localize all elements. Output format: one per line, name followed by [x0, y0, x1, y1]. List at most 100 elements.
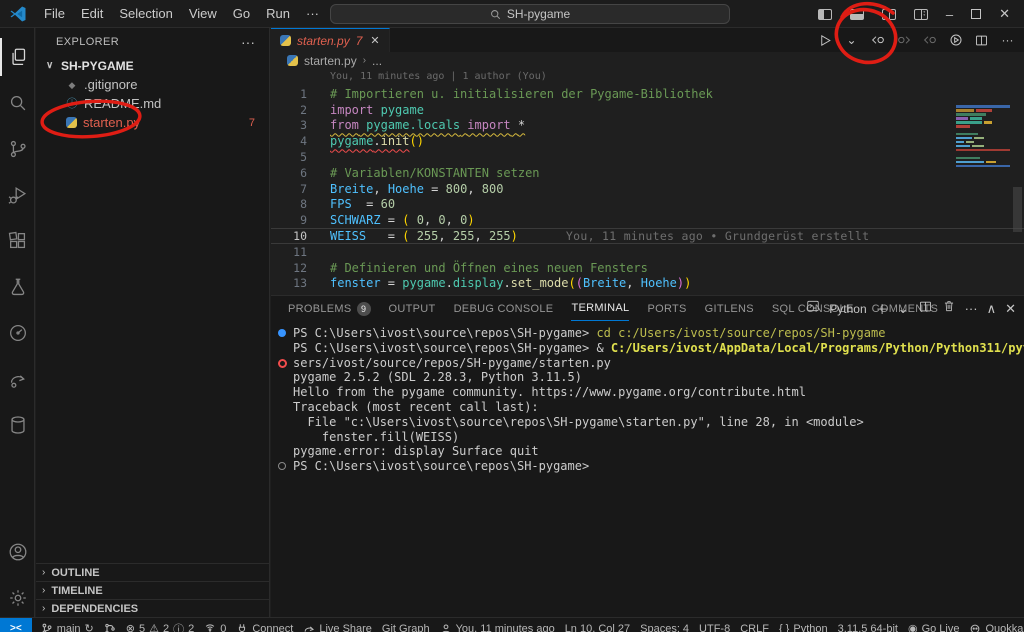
search-icon[interactable] [0, 84, 35, 122]
menu-edit[interactable]: Edit [73, 4, 111, 23]
status-eol[interactable]: CRLF [735, 618, 774, 632]
panel-tab-debug-console[interactable]: DEBUG CONSOLE [454, 296, 554, 321]
status-quokka[interactable]: Quokka [964, 618, 1024, 632]
split-terminal-button[interactable] [918, 299, 933, 319]
code-line-2[interactable]: 2import pygame [271, 102, 1024, 118]
toggle-secondary-sidebar-icon[interactable] [882, 9, 896, 20]
panel-tab-problems[interactable]: PROBLEMS9 [288, 296, 371, 321]
status-ports[interactable]: 0 [199, 618, 231, 632]
code-line-8[interactable]: 8FPS = 60 [271, 197, 1024, 213]
status-remote[interactable]: >< [0, 618, 32, 632]
close-panel-button[interactable]: ✕ [1005, 300, 1016, 318]
more-actions-button[interactable]: ··· [965, 300, 978, 318]
status-cursor-position[interactable]: Ln 10, Col 27 [560, 618, 635, 632]
editor-scrollbar[interactable] [1013, 187, 1022, 232]
code-line-12[interactable]: 12# Definieren und Öffnen eines neuen Fe… [271, 260, 1024, 276]
live-share-icon[interactable] [0, 360, 35, 398]
previous-change-button[interactable] [893, 30, 914, 51]
menu-moremoremore[interactable]: ··· [298, 4, 327, 23]
code-line-1[interactable]: 1# Importieren u. initialisieren der Pyg… [271, 86, 1024, 102]
status-graph[interactable] [99, 618, 121, 632]
status-git-graph[interactable]: Git Graph [377, 618, 435, 632]
code-line-3[interactable]: 3from pygame.locals import * [271, 118, 1024, 134]
panel-tab-terminal[interactable]: TERMINAL [571, 296, 629, 321]
maximize-button[interactable] [971, 9, 981, 19]
file-item-starten-py[interactable]: starten.py7 [36, 113, 269, 132]
toggle-sidebar-icon[interactable] [818, 9, 832, 20]
minimize-button[interactable]: – [946, 7, 953, 22]
minimap-row [956, 109, 1010, 112]
code-line-10[interactable]: 10WEISS = ( 255, 255, 255)You, 11 minute… [271, 228, 1024, 244]
explorer-more-actions-icon[interactable]: ··· [241, 34, 255, 50]
menu-file[interactable]: File [36, 4, 73, 23]
extensions-icon[interactable] [0, 222, 35, 260]
menu-view[interactable]: View [181, 4, 225, 23]
status-go-live[interactable]: ◉Go Live [903, 618, 965, 632]
command-center-search[interactable]: SH-pygame [330, 4, 730, 24]
account-icon[interactable] [0, 533, 35, 571]
status-problems[interactable]: ⊗5⚠2ⓘ2 [121, 618, 199, 632]
code-line-7[interactable]: 7Breite, Hoehe = 800, 800 [271, 181, 1024, 197]
section-dependencies[interactable]: ›DEPENDENCIES [36, 599, 269, 617]
split-editor-button[interactable] [971, 30, 992, 51]
line-number: 12 [271, 261, 321, 275]
code-line-9[interactable]: 9SCHWARZ = ( 0, 0, 0) [271, 212, 1024, 228]
status-indentation[interactable]: Spaces: 4 [635, 618, 694, 632]
terminal-shell-label[interactable]: Python [829, 302, 866, 316]
status-file-blame[interactable]: You, 11 minutes ago [435, 618, 560, 632]
maximize-panel-button[interactable]: ∧ [987, 300, 997, 318]
settings-icon[interactable] [0, 579, 35, 617]
more-actions-button[interactable]: ··· [997, 30, 1018, 51]
close-window-button[interactable]: ✕ [999, 6, 1010, 22]
code-line-13[interactable]: 13fenster = pygame.display.set_mode((Bre… [271, 276, 1024, 292]
panel-tab-ports[interactable]: PORTS [647, 296, 686, 321]
run-button[interactable] [815, 30, 836, 51]
file-item-readme-md[interactable]: ⓘREADME.md [36, 94, 269, 113]
search-icon [490, 9, 501, 20]
run-dropdown[interactable]: ⌄ [841, 30, 862, 51]
code-editor[interactable]: You, 11 minutes ago | 1 author (You) 1# … [271, 69, 1024, 295]
status-connect[interactable]: Connect [231, 618, 298, 632]
kill-terminal-button[interactable] [942, 299, 956, 318]
testing-icon[interactable] [0, 268, 35, 306]
open-changes-button[interactable] [867, 30, 888, 51]
code-line-11[interactable]: 11 [271, 244, 1024, 260]
python-icon [280, 35, 291, 46]
status-interpreter[interactable]: 3.11.5 64-bit [833, 618, 903, 632]
new-terminal-button[interactable]: ＋ [876, 299, 889, 319]
status-language[interactable]: { }Python [774, 618, 833, 632]
panel-tab-output[interactable]: OUTPUT [389, 296, 436, 321]
panel-tab-gitlens[interactable]: GITLENS [705, 296, 754, 321]
close-tab-icon[interactable]: ✕ [370, 34, 379, 47]
code-line-4[interactable]: 4pygame.init() [271, 133, 1024, 149]
code-line-5[interactable]: 5 [271, 149, 1024, 165]
compare-with-button[interactable] [945, 30, 966, 51]
code-line-6[interactable]: 6# Variablen/KONSTANTEN setzen [271, 165, 1024, 181]
explorer-icon[interactable] [0, 38, 35, 76]
breadcrumb[interactable]: starten.py › ... [271, 52, 1024, 69]
breadcrumb-file[interactable]: starten.py [304, 54, 357, 68]
menu-selection[interactable]: Selection [111, 4, 180, 23]
menu-go[interactable]: Go [225, 4, 258, 23]
tree-root-folder[interactable]: ∨ SH-PYGAME [36, 56, 269, 75]
terminal-dropdown[interactable]: ⌄ [898, 300, 909, 318]
tab-starten-py[interactable]: starten.py 7 ✕ [271, 28, 390, 52]
status-branch[interactable]: main↻ [36, 618, 99, 632]
terminal-output[interactable]: PS C:\Users\ivost\source\repos\SH-pygame… [271, 326, 1024, 617]
status-encoding[interactable]: UTF-8 [694, 618, 735, 632]
menu-run[interactable]: Run [258, 4, 298, 23]
database-icon[interactable] [0, 406, 35, 444]
next-change-button[interactable] [919, 30, 940, 51]
breadcrumb-more[interactable]: ... [372, 54, 382, 68]
minimap[interactable] [956, 105, 1010, 177]
gitlens-icon[interactable] [0, 314, 35, 352]
customize-layout-icon[interactable]: ∘∘ [914, 9, 928, 20]
terminal-line-4: pygame 2.5.2 (SDL 2.28.3, Python 3.11.5) [271, 370, 1024, 385]
file-item--gitignore[interactable]: ◆.gitignore [36, 75, 269, 94]
run-debug-icon[interactable] [0, 176, 35, 214]
section-timeline[interactable]: ›TIMELINE [36, 581, 269, 599]
toggle-panel-icon[interactable] [850, 9, 864, 20]
source-control-icon[interactable] [0, 130, 35, 168]
status-live-share[interactable]: Live Share [298, 618, 377, 632]
section-outline[interactable]: ›OUTLINE [36, 563, 269, 581]
